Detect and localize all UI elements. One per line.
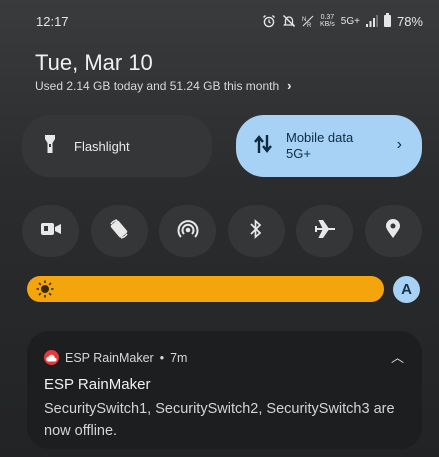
mobile-data-sublabel: 5G+	[286, 146, 311, 161]
quick-settings-panel: 12:17 NR 0.37 KB/s 5G+ 78% Tue, Mar 10 U…	[0, 0, 439, 457]
auto-rotate-icon	[108, 218, 130, 245]
chevron-right-icon: ›	[287, 78, 292, 93]
location-toggle[interactable]	[364, 205, 422, 257]
mobile-data-labels: Mobile data 5G+	[286, 130, 353, 162]
location-icon	[385, 218, 401, 244]
bluetooth-toggle[interactable]	[227, 205, 285, 257]
network-type: 5G+	[340, 15, 360, 27]
flashlight-label: Flashlight	[74, 138, 130, 154]
auto-brightness-button[interactable]: A	[393, 276, 420, 303]
data-speed: 0.37 KB/s	[319, 14, 335, 28]
rainmaker-app-icon	[44, 350, 59, 365]
brightness-slider[interactable]	[27, 276, 384, 302]
quick-toggle-row	[22, 205, 422, 257]
collapse-chevron-icon[interactable]: ︿	[391, 347, 404, 366]
notification-card[interactable]: ESP RainMaker • 7m ︿ ESP RainMaker Secur…	[27, 331, 422, 449]
mobile-data-tile[interactable]: Mobile data 5G+ ›	[236, 115, 422, 177]
battery-percent: 78%	[396, 13, 423, 29]
notification-title: ESP RainMaker	[44, 376, 151, 393]
camera-toggle[interactable]	[22, 205, 79, 257]
status-icons: NR 0.37 KB/s 5G+ 78%	[262, 13, 423, 29]
svg-text:N: N	[302, 17, 306, 23]
svg-text:R: R	[307, 23, 312, 28]
camera-icon	[40, 221, 61, 242]
mobile-data-label: Mobile data	[286, 130, 354, 145]
status-time: 12:17	[36, 13, 69, 29]
status-bar: 12:17 NR 0.37 KB/s 5G+ 78%	[36, 11, 423, 31]
chevron-right-icon: ›	[396, 136, 402, 153]
notification-separator: •	[159, 350, 165, 365]
notification-body: SecuritySwitch1, SecuritySwitch2, Securi…	[44, 401, 395, 439]
date-label: Tue, Mar 10	[35, 50, 153, 75]
notification-header: ESP RainMaker • 7m	[44, 350, 187, 365]
flashlight-tile[interactable]: Flashlight	[22, 115, 212, 177]
brightness-icon	[36, 280, 54, 303]
signal-icon	[365, 15, 378, 27]
hotspot-toggle[interactable]	[159, 205, 217, 257]
notifications-off-icon	[282, 14, 296, 28]
bluetooth-icon	[249, 218, 263, 244]
flashlight-icon	[44, 134, 56, 159]
mobile-data-icon	[254, 134, 272, 159]
alarm-icon	[262, 14, 276, 28]
nr-icon: NR	[302, 14, 314, 28]
notification-app-name: ESP RainMaker	[65, 350, 154, 365]
data-usage-link[interactable]: Used 2.14 GB today and 51.24 GB this mon…	[35, 78, 292, 93]
airplane-icon	[314, 219, 336, 244]
airplane-mode-toggle[interactable]	[296, 205, 354, 257]
battery-icon	[383, 13, 391, 27]
data-usage-text: Used 2.14 GB today and 51.24 GB this mon…	[35, 78, 280, 93]
hotspot-icon	[177, 219, 199, 244]
auto-rotate-toggle[interactable]	[90, 205, 148, 257]
notification-time: 7m	[170, 350, 188, 365]
